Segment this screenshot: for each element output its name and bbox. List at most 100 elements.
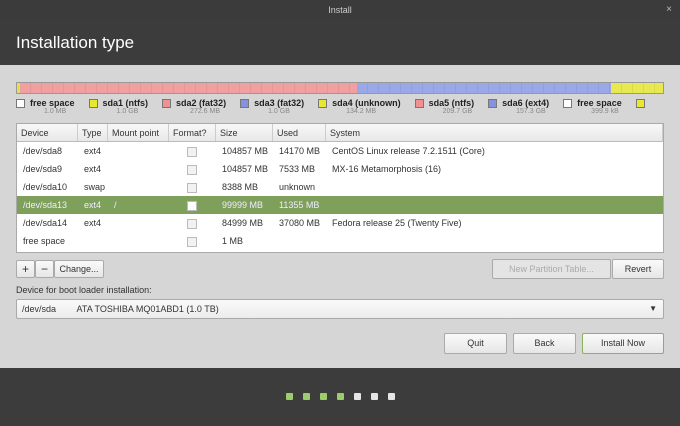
legend-name: sda4 (unknown) [332, 98, 401, 108]
revert-button[interactable]: Revert [612, 259, 664, 279]
progress-dots [286, 393, 405, 400]
used-cell: 37080 MB [279, 218, 321, 228]
format-checkbox[interactable] [187, 236, 197, 247]
progress-step [388, 393, 395, 400]
legend-text: sda3 (fat32) 1.0 GB [254, 98, 304, 115]
legend-swatch [318, 99, 328, 108]
legend-size: 209.7 GB [442, 108, 473, 115]
format-checkbox[interactable] [187, 182, 197, 193]
table-row[interactable]: /dev/sda10 swap 8388 MB unknown [17, 178, 663, 196]
table-row[interactable]: /dev/sda9 ext4 104857 MB 7533 MB MX-16 Metam… [17, 160, 663, 178]
close-icon[interactable]: × [666, 0, 672, 20]
size-cell: 99999 MB [222, 200, 264, 210]
legend-item: sda5 (ntfs) 209.7 GB [414, 98, 474, 115]
legend-item: free space 399.9 kB [563, 98, 622, 115]
used-cell: 11355 MB [279, 200, 320, 210]
column-header[interactable]: Device [17, 124, 78, 141]
system-cell: CentOS Linux release 7.2.1511 (Core) [332, 146, 485, 156]
back-button[interactable]: Back [513, 333, 576, 354]
format-cell [169, 214, 216, 232]
mount-cell [108, 214, 169, 232]
new-partition-table-button[interactable]: New Partition Table... [492, 259, 611, 279]
legend-item: sda1 (ntfs) 1.0 GB [88, 98, 149, 115]
format-cell [169, 160, 216, 178]
table-row[interactable]: free space 1 MB [17, 232, 663, 250]
column-header[interactable]: Format? [169, 124, 216, 141]
legend-name: free space [30, 98, 75, 108]
mount-cell [108, 178, 169, 196]
progress-step [337, 393, 344, 400]
legend-size: 272.6 MB [190, 108, 221, 115]
column-header[interactable]: Size [216, 124, 273, 141]
legend-name: sda3 (fat32) [254, 98, 305, 108]
legend-size: 134.2 MB [346, 108, 377, 115]
table-row[interactable]: /dev/sda13 ext4 / × 99999 MB 11355 MB [17, 196, 663, 214]
partition-segment [19, 83, 358, 93]
size-cell: 8388 MB [222, 182, 259, 192]
legend-text: sda1 (ntfs) 1.0 GB [103, 98, 149, 115]
legend-item: sda4 (unknown) 134.2 MB [318, 98, 401, 115]
format-cell [169, 232, 216, 250]
legend-swatch [635, 99, 645, 108]
used-cell: 14170 MB [279, 146, 321, 156]
remove-partition-button[interactable]: − [35, 260, 54, 278]
format-cell: × [169, 196, 216, 214]
legend-name: free space [577, 98, 622, 108]
change-partition-button[interactable]: Change... [54, 260, 104, 278]
legend-item: sda3 (fat32) 1.0 GB [240, 98, 304, 115]
device-cell: /dev/sda8 [23, 146, 63, 156]
partition-bar [16, 82, 664, 94]
progress-step [303, 393, 310, 400]
column-header[interactable]: Used [273, 124, 326, 141]
legend-swatch [240, 99, 250, 108]
partition-segment [610, 83, 663, 93]
legend-text: free space 399.9 kB [577, 98, 622, 115]
format-cell [169, 178, 216, 196]
progress-step [354, 393, 361, 400]
size-cell: 84999 MB [222, 218, 264, 228]
legend-size: 399.9 kB [591, 108, 619, 115]
bootloader-device: /dev/sda [22, 304, 57, 314]
system-cell [326, 178, 663, 196]
page-title: Installation type [0, 20, 680, 65]
type-cell: ext4 [84, 146, 102, 156]
legend-text: free space 1.0 MB [30, 98, 75, 115]
column-header[interactable]: System [326, 124, 663, 141]
size-cell: 104857 MB [222, 164, 269, 174]
column-header[interactable]: Mount point [108, 124, 169, 141]
legend-size: 1.0 GB [116, 108, 139, 115]
legend-item: free space 1.0 MB [16, 98, 75, 115]
type-cell: ext4 [84, 164, 102, 174]
legend-item: sda2 (fat32) 272.6 MB [162, 98, 226, 115]
legend-swatch [16, 99, 25, 108]
legend-text: sda2 (fat32) 272.6 MB [176, 98, 226, 115]
quit-button[interactable]: Quit [444, 333, 507, 354]
legend-swatch [488, 99, 498, 108]
partition-segment [357, 83, 611, 93]
format-checkbox[interactable] [187, 146, 197, 157]
mount-cell [108, 232, 169, 250]
system-cell: Fedora release 25 (Twenty Five) [332, 218, 462, 228]
bootloader-label: Device for boot loader installation: [16, 285, 152, 295]
type-cell: ext4 [84, 218, 102, 228]
progress-step [371, 393, 378, 400]
install-now-button[interactable]: Install Now [582, 333, 664, 354]
column-header[interactable]: Type [78, 124, 108, 141]
format-checkbox[interactable]: × [187, 200, 197, 211]
system-cell: MX-16 Metamorphosis (16) [332, 164, 442, 174]
add-partition-button[interactable]: + [16, 260, 35, 278]
table-row[interactable]: /dev/sda14 ext4 84999 MB 37080 MB Fedora rel… [17, 214, 663, 232]
table-row[interactable]: /dev/sda8 ext4 104857 MB 14170 MB CentOS Lin… [17, 142, 663, 160]
bootloader-select[interactable]: /dev/sda ATA TOSHIBA MQ01ABD1 (1.0 TB) ▼ [16, 299, 664, 319]
format-checkbox[interactable] [187, 218, 197, 229]
format-cell [169, 142, 216, 160]
format-checkbox[interactable] [187, 164, 197, 175]
legend-item [635, 98, 664, 115]
legend-text: sda6 (ext4) 157.3 GB [502, 98, 549, 115]
legend-name: sda2 (fat32) [176, 98, 227, 108]
legend-text: sda4 (unknown) 134.2 MB [332, 98, 401, 115]
device-cell: free space [23, 236, 66, 246]
dropdown-arrow-icon: ▼ [649, 304, 657, 313]
type-cell [78, 232, 108, 250]
used-cell: unknown [279, 182, 316, 192]
